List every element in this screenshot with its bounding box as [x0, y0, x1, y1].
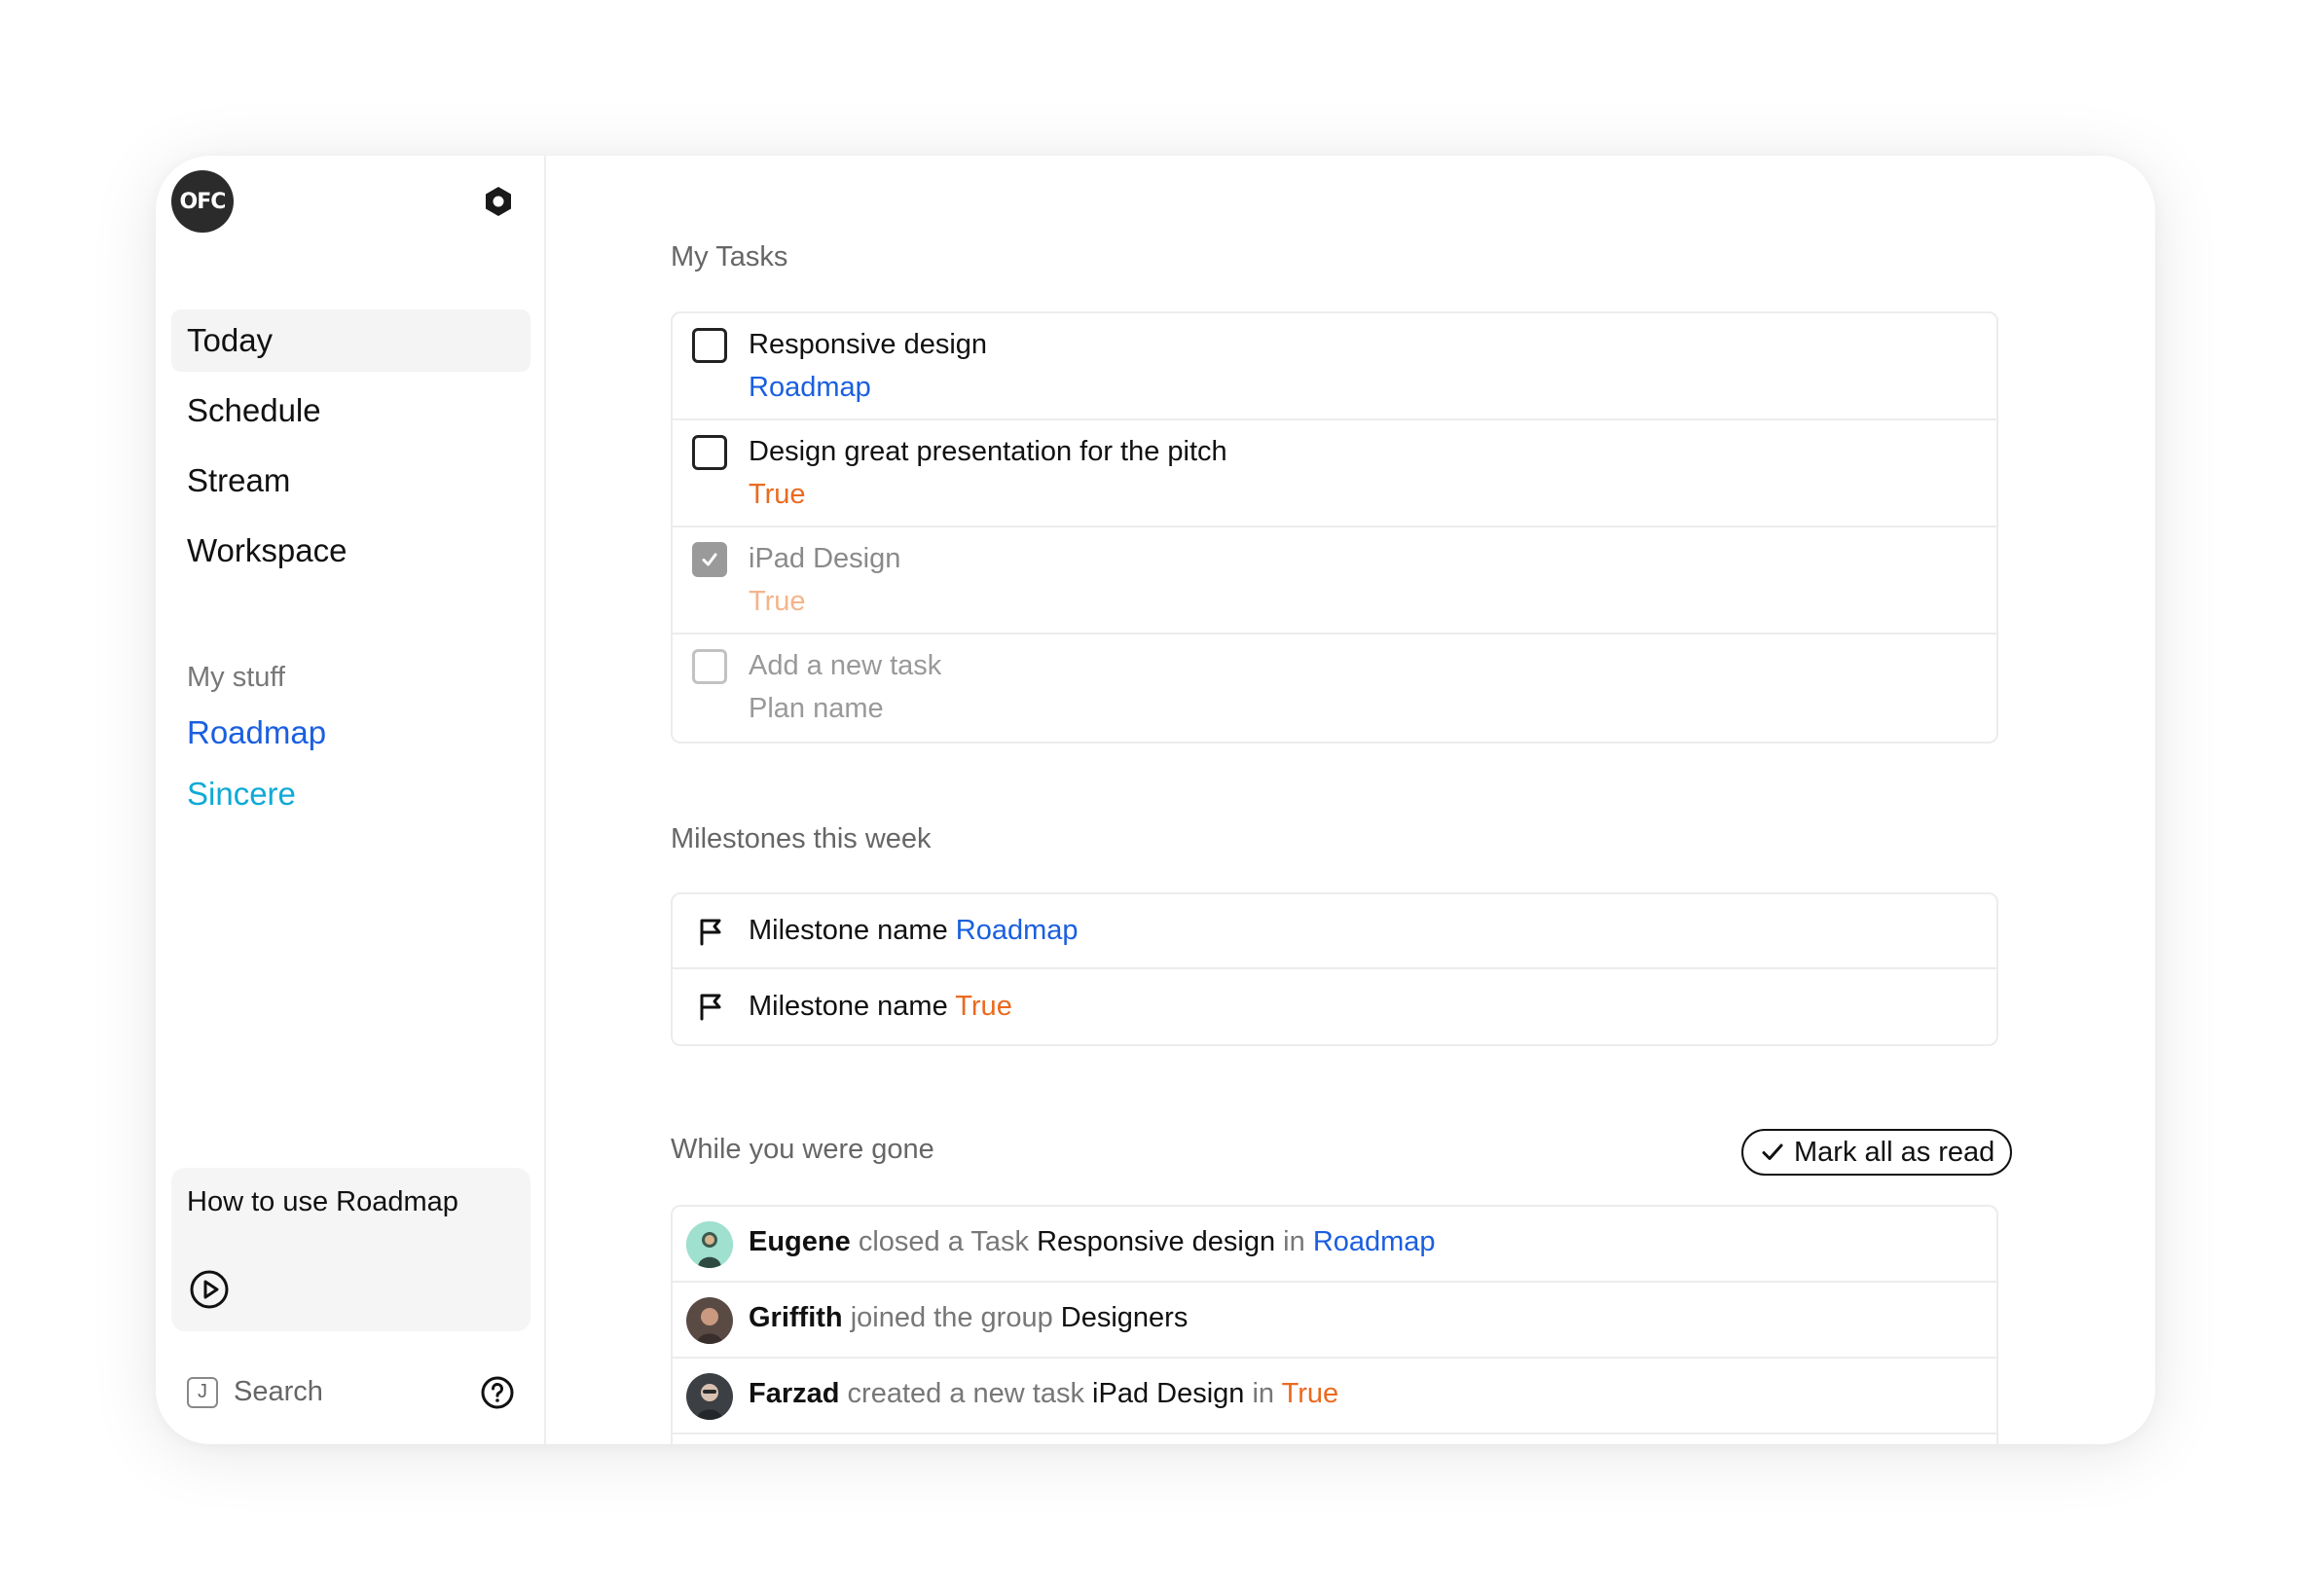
howto-card[interactable]: How to use Roadmap [171, 1168, 531, 1331]
my-tasks-title: My Tasks [671, 241, 788, 272]
activity-preposition: in [1252, 1378, 1275, 1409]
activity-user[interactable]: Farzad [749, 1378, 839, 1409]
avatar[interactable] [686, 1373, 733, 1420]
task-plan-link[interactable]: True [749, 479, 806, 511]
nav-item-schedule[interactable]: Schedule [171, 380, 531, 442]
activity-user[interactable]: Griffith [749, 1302, 843, 1333]
avatar[interactable] [686, 1297, 733, 1344]
search-label: Search [234, 1376, 323, 1407]
mark-all-read-button[interactable]: Mark all as read [1741, 1129, 2013, 1176]
task-title[interactable]: Responsive design [749, 329, 987, 361]
activity-user[interactable]: Eugene [749, 1226, 851, 1257]
keyboard-shortcut-icon: J [187, 1376, 218, 1408]
task-row[interactable]: iPad Design True [673, 527, 1996, 635]
nav-item-workspace[interactable]: Workspace [171, 520, 531, 582]
milestone-name[interactable]: Milestone name [749, 991, 948, 1022]
activity-text: Farzad created a new task iPad Design in… [749, 1378, 1338, 1410]
settings-icon[interactable] [482, 185, 515, 218]
howto-label: How to use Roadmap [187, 1186, 458, 1217]
avatar[interactable] [686, 1221, 733, 1268]
new-task-row[interactable]: Add a new task Plan name [673, 635, 1996, 742]
task-checkbox[interactable] [692, 328, 727, 363]
activity-plan-link[interactable]: Roadmap [1313, 1226, 1436, 1257]
task-plan-link[interactable]: Roadmap [749, 372, 871, 404]
activity-row[interactable]: Eugene closed a Task Responsive design i… [673, 1207, 1996, 1283]
task-title[interactable]: Design great presentation for the pitch [749, 436, 1227, 468]
mark-all-read-label: Mark all as read [1794, 1136, 1995, 1168]
activity-text: Eugene closed a Task Responsive design i… [749, 1226, 1436, 1258]
activity-object[interactable]: Responsive design [1037, 1226, 1275, 1257]
my-stuff-item-roadmap[interactable]: Roadmap [187, 714, 326, 751]
nav-item-today[interactable]: Today [171, 309, 531, 372]
activity-object[interactable]: Designers [1061, 1302, 1189, 1333]
play-icon[interactable] [189, 1269, 230, 1310]
activity-preposition: in [1283, 1226, 1305, 1257]
milestone-plan-link[interactable]: Roadmap [956, 915, 1079, 946]
milestone-row[interactable]: Milestone name True [673, 969, 1996, 1044]
milestones-card: Milestone name Roadmap Milestone name Tr… [671, 892, 1998, 1046]
milestone-row[interactable]: Milestone name Roadmap [673, 894, 1996, 969]
flag-icon [700, 919, 721, 946]
main-nav: Today Schedule Stream Workspace [171, 309, 531, 590]
new-task-plan-input[interactable]: Plan name [749, 693, 884, 725]
activity-plan-link[interactable]: True [1282, 1378, 1339, 1409]
task-row[interactable]: Responsive design Roadmap [673, 313, 1996, 420]
nav-item-stream[interactable]: Stream [171, 450, 531, 512]
milestone-text: Milestone name True [749, 991, 1012, 1023]
my-stuff-heading: My stuff [187, 662, 285, 693]
activity-action: created a new task [847, 1378, 1084, 1409]
activity-action: joined the group [850, 1302, 1053, 1333]
check-icon [1762, 1143, 1783, 1160]
activity-card: Eugene closed a Task Responsive design i… [671, 1205, 1998, 1444]
checkmark-icon [702, 553, 717, 566]
flag-icon [700, 994, 721, 1021]
activity-action: closed a Task [858, 1226, 1029, 1257]
task-title[interactable]: iPad Design [749, 543, 900, 575]
milestone-plan-link[interactable]: True [955, 991, 1012, 1022]
activity-title: While you were gone [671, 1134, 934, 1165]
activity-row[interactable]: Farzad created a new task iPad Design in… [673, 1359, 1996, 1434]
app-window: OFC Today Schedule Stream Workspace My s… [156, 156, 2155, 1444]
sidebar: OFC Today Schedule Stream Workspace My s… [156, 156, 546, 1444]
activity-object[interactable]: iPad Design [1092, 1378, 1244, 1409]
activity-row[interactable]: Griffith joined the group Designers [673, 1283, 1996, 1359]
milestone-text: Milestone name Roadmap [749, 915, 1079, 947]
main-content: My Tasks Responsive design Roadmap Desig… [546, 156, 2155, 1444]
workspace-logo[interactable]: OFC [171, 170, 234, 233]
task-checkbox[interactable] [692, 435, 727, 470]
task-checkbox-checked[interactable] [692, 542, 727, 577]
task-row[interactable]: Design great presentation for the pitch … [673, 420, 1996, 527]
new-task-input[interactable]: Add a new task [749, 650, 941, 682]
milestones-title: Milestones this week [671, 823, 932, 854]
milestone-name[interactable]: Milestone name [749, 915, 948, 946]
activity-text: Griffith joined the group Designers [749, 1302, 1188, 1334]
help-icon[interactable] [480, 1375, 515, 1410]
tasks-card: Responsive design Roadmap Design great p… [671, 311, 1998, 744]
task-plan-link[interactable]: True [749, 586, 806, 618]
new-task-checkbox [692, 649, 727, 684]
my-stuff-item-sincere[interactable]: Sincere [187, 776, 296, 813]
search-button[interactable]: J Search [187, 1376, 323, 1408]
